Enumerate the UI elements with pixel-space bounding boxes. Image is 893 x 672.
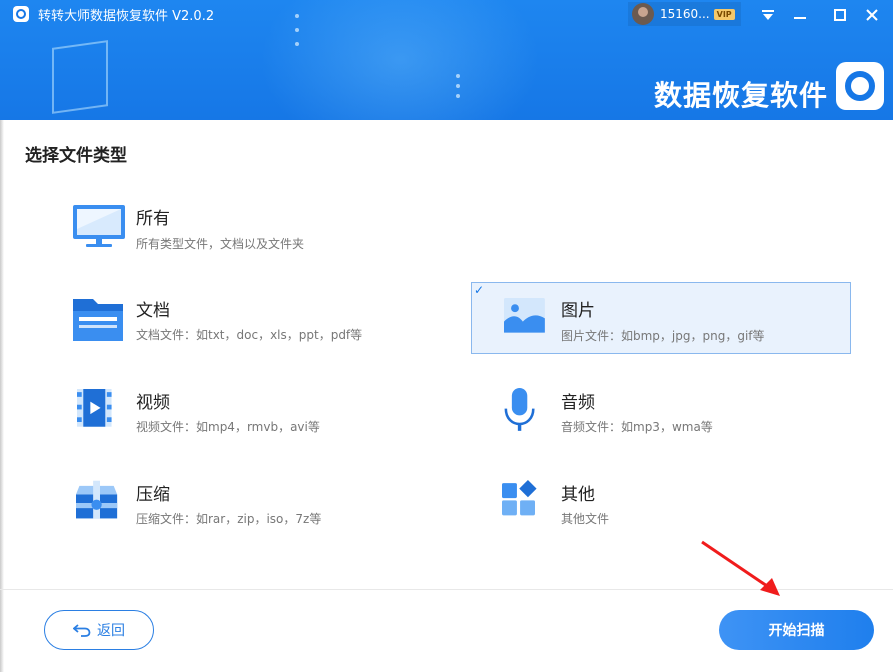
section-title: 选择文件类型 [25, 146, 127, 166]
brand-logo-icon [836, 62, 884, 110]
decorative-dot [295, 14, 299, 18]
type-name: 其他 [561, 485, 595, 505]
folder-icon [73, 299, 123, 341]
type-name: 所有 [136, 209, 170, 229]
type-option-archive[interactable]: 压缩 压缩文件：如rar，zip，iso，7z等 [72, 479, 452, 551]
start-scan-button[interactable]: 开始扫描 [719, 610, 874, 650]
type-option-other[interactable]: 其他 其他文件 [499, 479, 879, 551]
type-name: 压缩 [136, 485, 170, 505]
start-scan-label: 开始扫描 [768, 623, 825, 639]
app-logo-icon [13, 6, 29, 22]
microphone-icon [504, 388, 535, 431]
archive-icon [76, 480, 118, 519]
monitor-icon [73, 205, 125, 247]
avatar [632, 3, 654, 25]
menu-triangle-icon [762, 10, 774, 20]
type-option-all[interactable]: 所有 所有类型文件，文档以及文件夹 [72, 203, 452, 275]
video-icon [77, 389, 112, 427]
decorative-dot [456, 94, 460, 98]
back-button-label: 返回 [97, 623, 125, 639]
menu-button[interactable] [754, 4, 782, 26]
apps-grid-icon [502, 480, 537, 516]
type-description: 所有类型文件，文档以及文件夹 [136, 237, 305, 251]
app-title: 转转大师数据恢复软件 V2.0.2 [38, 9, 215, 24]
maximize-icon [834, 9, 846, 21]
type-option-audio[interactable]: 音频 音频文件：如mp3，wma等 [499, 387, 879, 459]
type-option-image[interactable]: ✓ 图片 图片文件：如bmp，jpg，png，gif等 [471, 282, 851, 354]
return-arrow-icon [73, 624, 91, 637]
decorative-screen-graphic [52, 40, 108, 114]
red-annotation-arrow-icon [701, 540, 780, 596]
minimize-button[interactable] [786, 4, 814, 26]
decorative-dot [295, 42, 299, 46]
image-icon [504, 298, 545, 333]
user-name: 15160... [660, 7, 710, 21]
type-name: 图片 [561, 301, 595, 321]
type-description: 文档文件：如txt，doc，xls，ppt，pdf等 [136, 328, 363, 342]
type-description: 图片文件：如bmp，jpg，png，gif等 [561, 329, 765, 343]
minimize-icon [794, 17, 806, 19]
brand-title: 数据恢复软件 [654, 79, 829, 112]
type-option-document[interactable]: 文档 文档文件：如txt，doc，xls，ppt，pdf等 [72, 295, 452, 367]
close-button[interactable] [858, 4, 886, 26]
type-description: 压缩文件：如rar，zip，iso，7z等 [136, 512, 322, 526]
decorative-dot [456, 74, 460, 78]
checkmark-icon: ✓ [474, 283, 485, 297]
type-option-video[interactable]: 视频 视频文件：如mp4，rmvb，avi等 [72, 387, 452, 459]
type-name: 文档 [136, 301, 170, 321]
maximize-button[interactable] [826, 4, 854, 26]
app-header: 转转大师数据恢复软件 V2.0.2 15160... VIP 数据恢复软件 [0, 0, 893, 120]
type-description: 音频文件：如mp3，wma等 [561, 420, 713, 434]
type-description: 其他文件 [561, 512, 610, 526]
user-account[interactable]: 15160... VIP [628, 2, 741, 26]
header-glow [260, 0, 540, 120]
vip-badge: VIP [713, 8, 735, 20]
back-button[interactable]: 返回 [44, 610, 154, 650]
type-description: 视频文件：如mp4，rmvb，avi等 [136, 420, 320, 434]
type-name: 视频 [136, 393, 170, 413]
type-name: 音频 [561, 393, 595, 413]
close-icon [866, 9, 878, 21]
decorative-dot [295, 28, 299, 32]
decorative-dot [456, 84, 460, 88]
